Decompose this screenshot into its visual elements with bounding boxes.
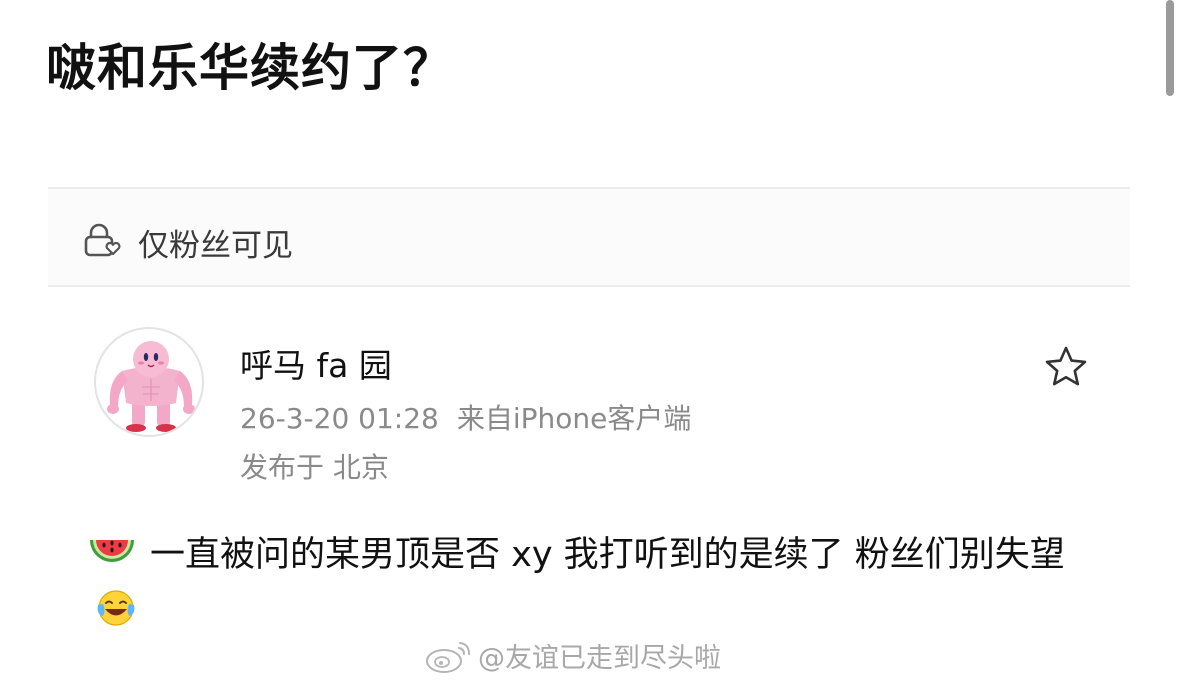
- scrollbar[interactable]: [1161, 0, 1179, 683]
- post-body: 一直被问的某男顶是否 xy 我打听到的是续了 粉丝们别失望: [88, 527, 1098, 639]
- post-source: 来自iPhone客户端: [456, 402, 692, 435]
- post-meta: 26-3-20 01:28 来自iPhone客户端: [240, 397, 691, 437]
- watermelon-emoji: [90, 540, 134, 562]
- post-card: 呼马 fa 园 26-3-20 01:28 来自iPhone客户端 发布于 北京 …: [48, 289, 1130, 683]
- laughing-tears-emoji: [97, 590, 135, 626]
- scrollbar-thumb[interactable]: [1166, 0, 1174, 96]
- visibility-label: 仅粉丝可见: [138, 228, 293, 264]
- avatar[interactable]: [94, 327, 204, 437]
- lock-heart-icon: [84, 223, 121, 257]
- weibo-logo: [426, 641, 470, 673]
- avatar-image: [107, 341, 195, 432]
- headline: 啵和乐华续约了？: [46, 39, 454, 97]
- post-text: 一直被问的某男顶是否 xy 我打听到的是续了 粉丝们别失望: [150, 535, 1065, 575]
- star-icon[interactable]: [1042, 343, 1090, 391]
- watermark-text: @友谊已走到尽头啦: [478, 643, 721, 674]
- visibility-bar: 仅粉丝可见: [48, 189, 1130, 287]
- post-datetime: 26-3-20 01:28: [240, 402, 439, 435]
- author-name[interactable]: 呼马 fa 园: [240, 339, 392, 387]
- watermark: @友谊已走到尽头啦: [424, 636, 721, 675]
- post-location: 发布于 北京: [240, 451, 389, 484]
